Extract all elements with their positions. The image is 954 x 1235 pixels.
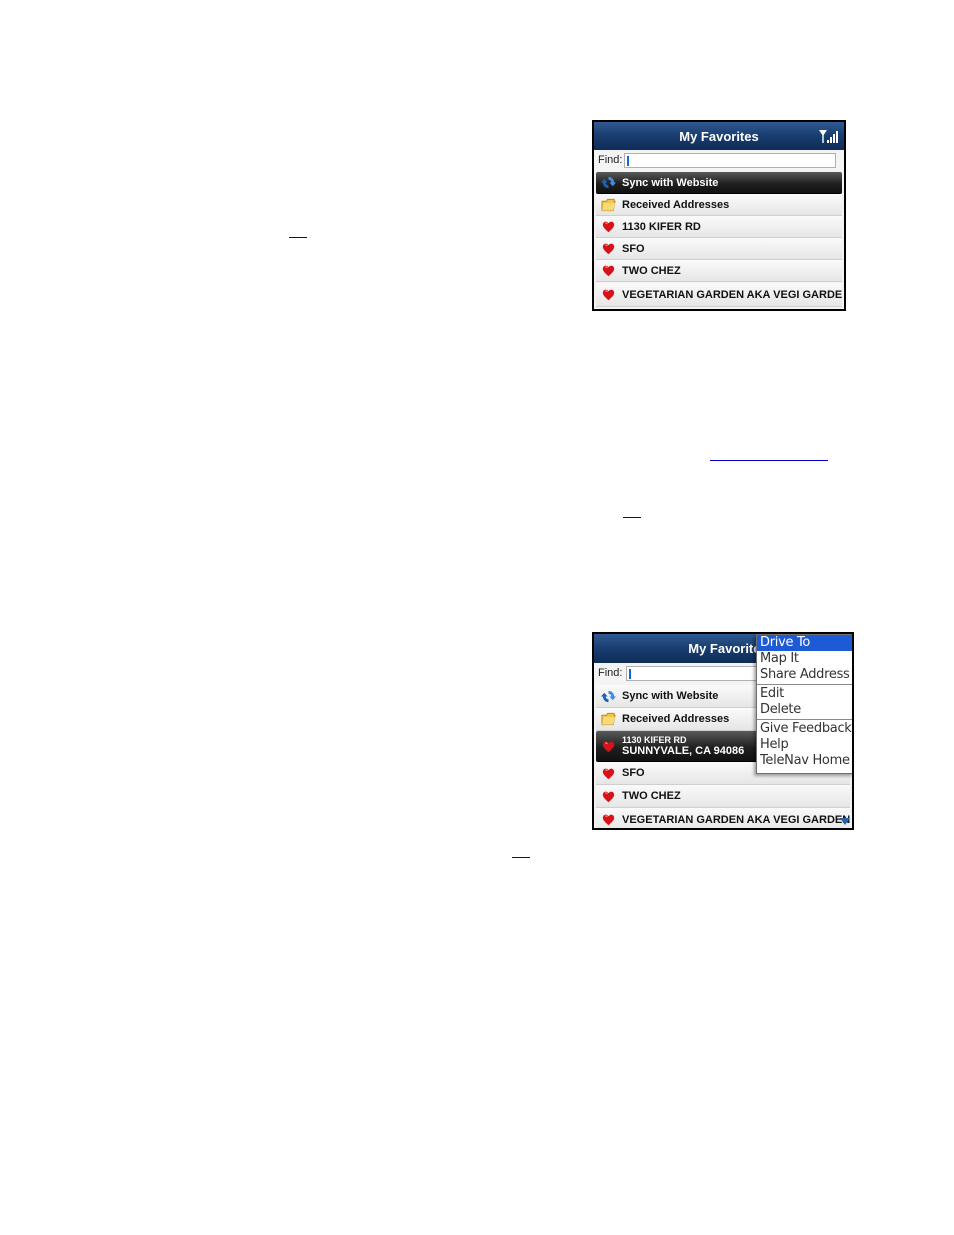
find-row: Find: bbox=[594, 150, 844, 172]
find-input[interactable] bbox=[624, 153, 836, 168]
selected-address: 1130 KIFER RD SUNNYVALE, CA 94086 bbox=[622, 735, 744, 757]
list-item-two-chez[interactable]: TWO CHEZ bbox=[596, 785, 850, 808]
menu-item-delete[interactable]: Delete bbox=[757, 702, 852, 718]
sync-icon bbox=[600, 688, 616, 704]
signal-strength-icon bbox=[819, 130, 838, 143]
favorite-heart-icon bbox=[600, 765, 616, 781]
footnote-link-2[interactable] bbox=[710, 460, 828, 461]
favorite-heart-icon bbox=[600, 219, 616, 235]
list-item-1130-kifer-rd[interactable]: 1130 KIFER RD bbox=[596, 216, 842, 238]
list-item-label: 1130 KIFER RD bbox=[622, 220, 701, 233]
menu-item-telenav-home[interactable]: TeleNav Home bbox=[757, 753, 852, 769]
list-item-label: SFO bbox=[622, 767, 645, 779]
menu-item-share-address[interactable]: Share Address bbox=[757, 667, 852, 683]
list-item-label: Sync with Website bbox=[622, 176, 719, 189]
sync-icon bbox=[600, 175, 616, 191]
favorites-screen-1: My Favorites Find: Sync with Website Rec… bbox=[592, 120, 846, 311]
list-item-vegetarian-garden[interactable]: VEGETARIAN GARDEN AKA VEGI GARDEN bbox=[596, 283, 842, 307]
favorite-heart-icon bbox=[600, 812, 616, 828]
text-caret bbox=[629, 669, 631, 679]
find-label: Find: bbox=[598, 154, 623, 166]
favorite-heart-icon bbox=[600, 738, 616, 754]
list-item-label: Received Addresses bbox=[622, 713, 730, 725]
scroll-down-arrow-icon[interactable] bbox=[840, 818, 850, 825]
screen-title: My Favorites bbox=[679, 128, 759, 144]
menu-item-map-it[interactable]: Map It bbox=[757, 651, 852, 667]
list-item-sfo[interactable]: SFO bbox=[596, 238, 842, 260]
folder-icon bbox=[600, 711, 616, 727]
favorite-heart-icon bbox=[600, 788, 616, 804]
menu-item-give-feedback[interactable]: Give Feedback bbox=[757, 721, 852, 737]
title-bar: My Favorites bbox=[594, 122, 844, 151]
find-label: Find: bbox=[598, 667, 623, 679]
list-item-label: VEGETARIAN GARDEN AKA VEGI GARDEN bbox=[622, 288, 842, 301]
menu-item-help[interactable]: Help bbox=[757, 737, 852, 753]
list-item-label: VEGETARIAN GARDEN AKA VEGI GARDEN bbox=[622, 813, 850, 826]
list-item-label: Sync with Website bbox=[622, 690, 719, 702]
favorite-heart-icon bbox=[600, 263, 616, 279]
list-item-label: Received Addresses bbox=[622, 198, 730, 211]
favorites-screen-2: My Favorites Find: Sync with Website Rec… bbox=[592, 632, 854, 830]
menu-item-drive-to[interactable]: Drive To bbox=[757, 635, 852, 651]
footnote-link-4[interactable] bbox=[512, 857, 530, 858]
text-caret bbox=[627, 156, 629, 166]
list-item-sync[interactable]: Sync with Website bbox=[596, 172, 842, 194]
favorite-heart-icon bbox=[600, 241, 616, 257]
favorite-heart-icon bbox=[600, 287, 616, 303]
menu-separator bbox=[757, 684, 852, 685]
footnote-link-1[interactable] bbox=[289, 237, 307, 238]
list-item-vegetarian-garden[interactable]: VEGETARIAN GARDEN AKA VEGI GARDEN bbox=[596, 808, 850, 828]
folder-icon bbox=[600, 197, 616, 213]
menu-item-edit[interactable]: Edit bbox=[757, 686, 852, 702]
list-item-label: TWO CHEZ bbox=[622, 264, 681, 277]
list-item-label: SFO bbox=[622, 242, 645, 255]
menu-separator bbox=[757, 719, 852, 720]
list-item-received-addresses[interactable]: Received Addresses bbox=[596, 194, 842, 216]
list-item-two-chez[interactable]: TWO CHEZ bbox=[596, 260, 842, 282]
footnote-link-3[interactable] bbox=[623, 517, 641, 518]
address-city: SUNNYVALE, CA 94086 bbox=[622, 745, 745, 757]
context-menu: Drive To Map It Share Address Edit Delet… bbox=[756, 634, 852, 774]
list-item-label: TWO CHEZ bbox=[622, 790, 681, 802]
